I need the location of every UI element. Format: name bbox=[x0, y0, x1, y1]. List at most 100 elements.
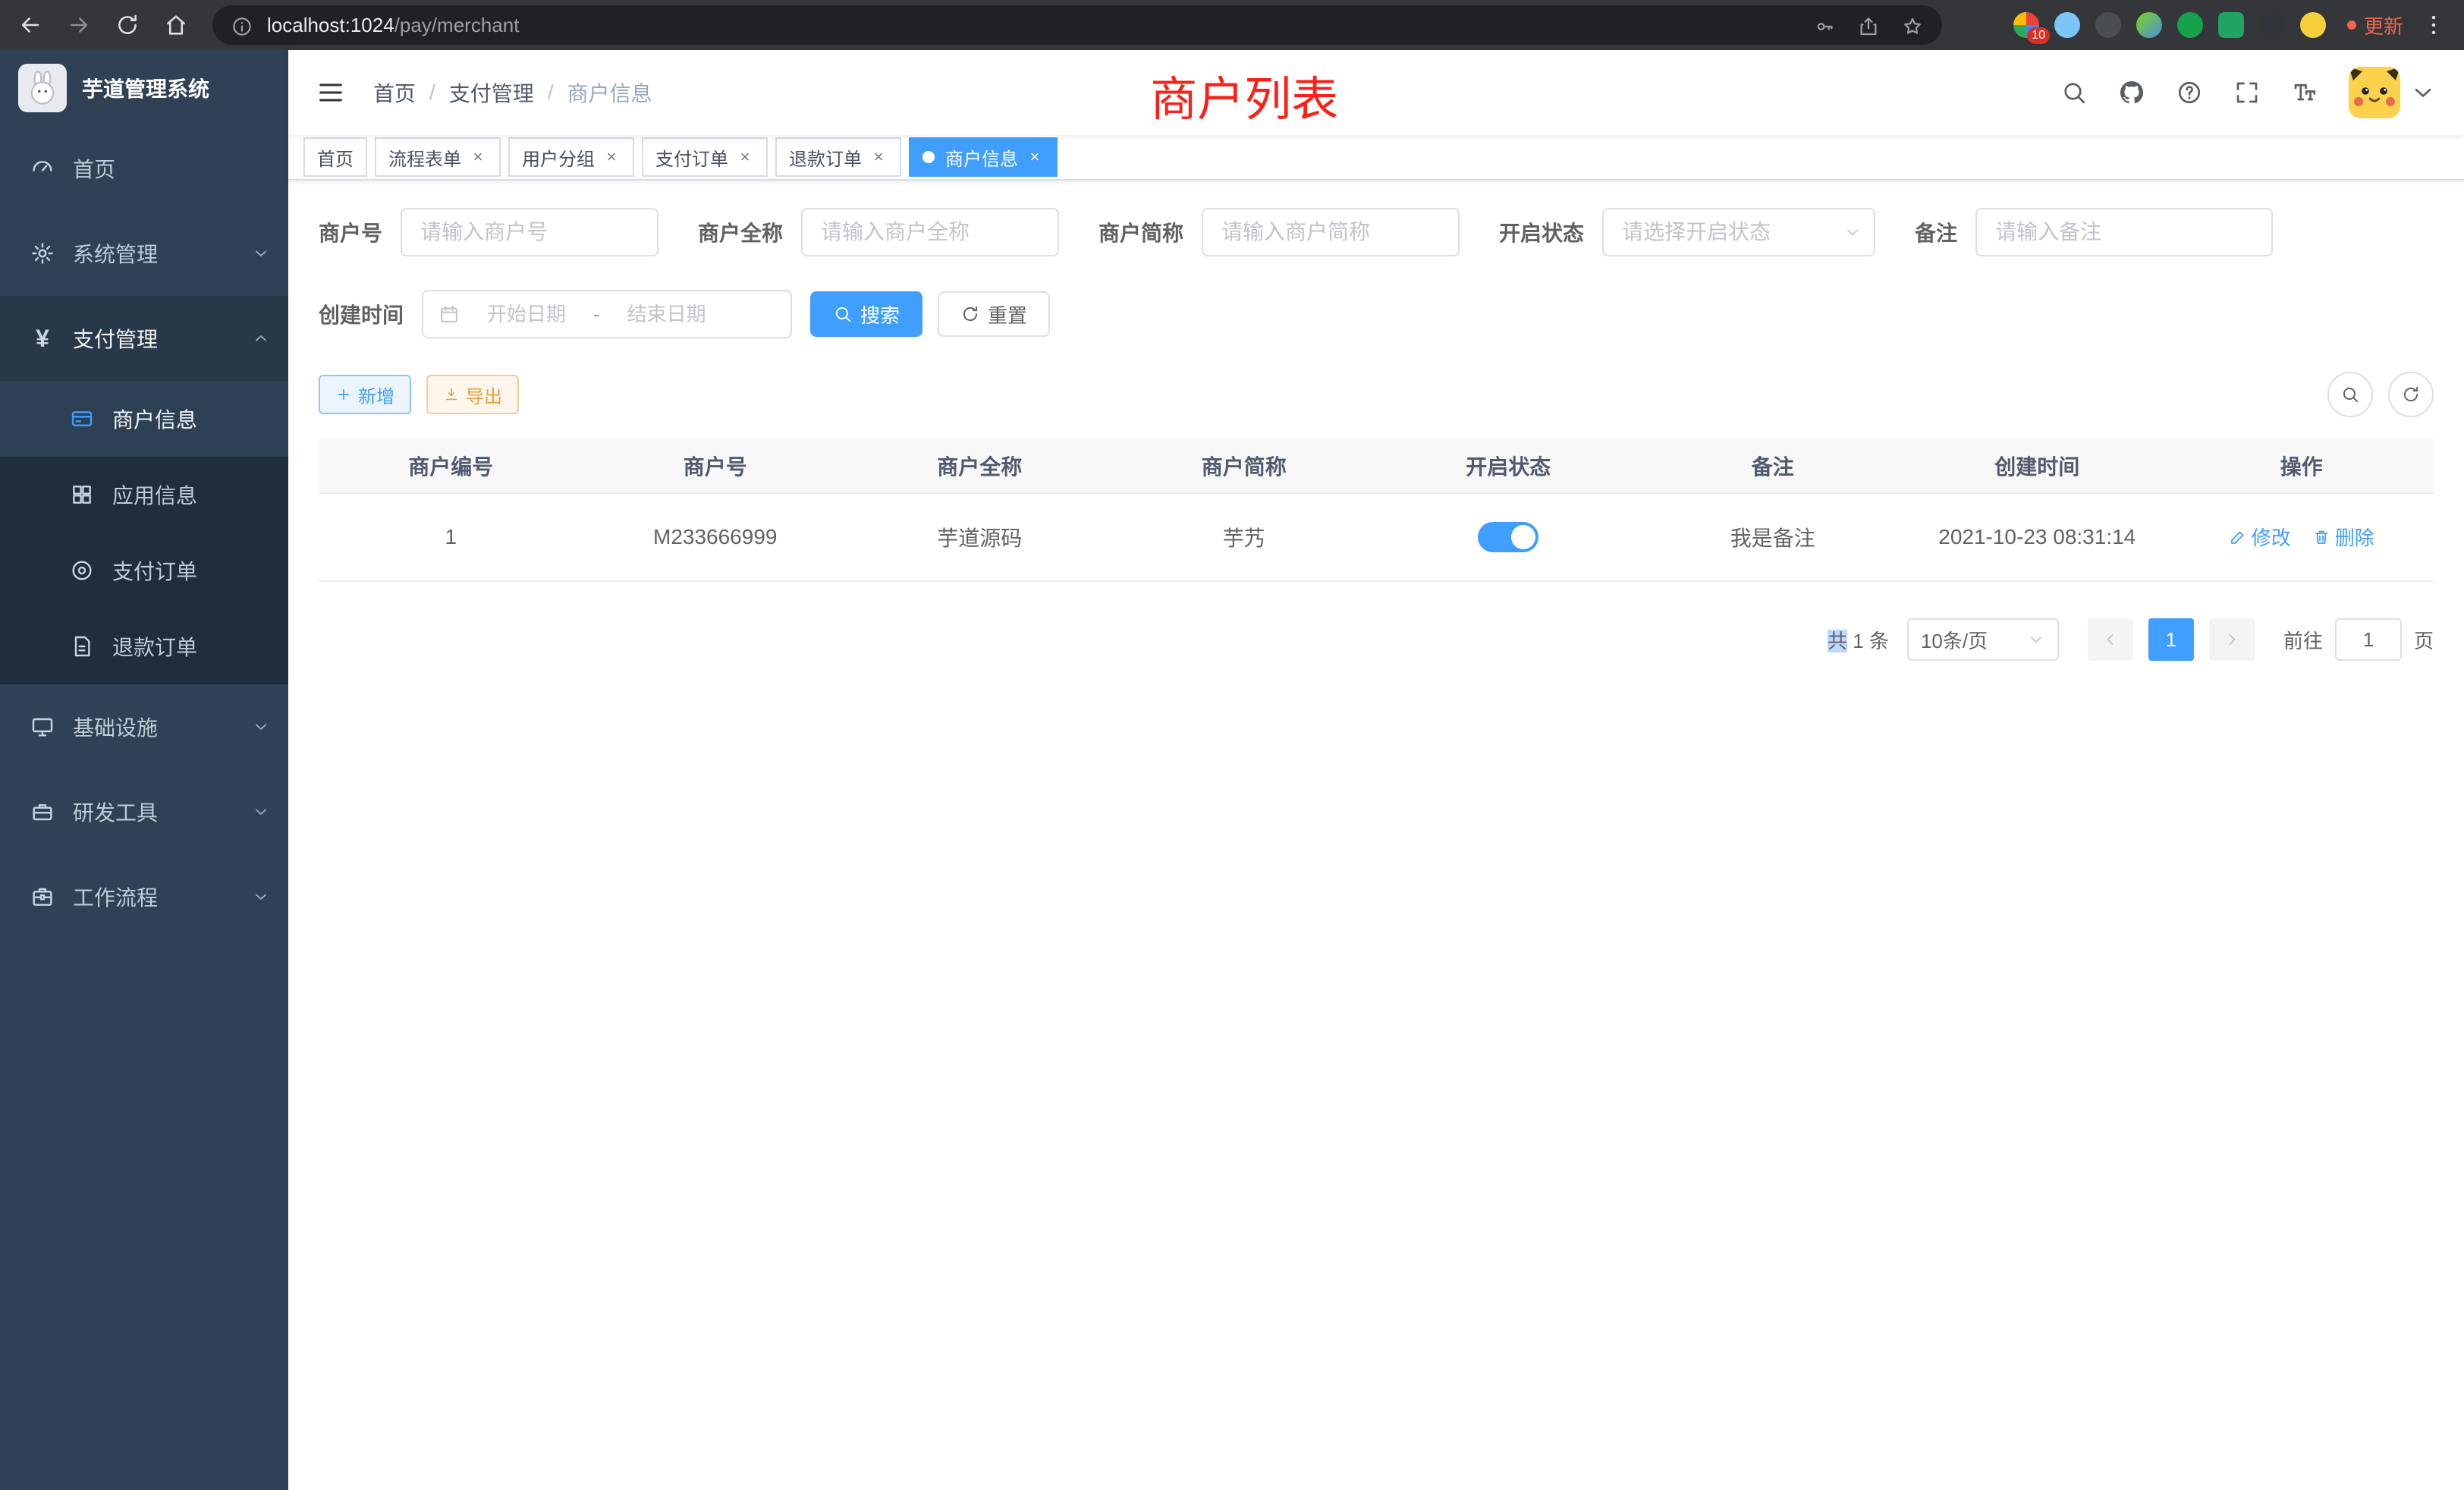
extension-icon-green-square[interactable] bbox=[2218, 12, 2244, 38]
end-date-input[interactable] bbox=[609, 303, 724, 326]
filter-row-1: 商户号 商户全称 商户简称 开启状态 bbox=[319, 208, 2434, 256]
search-icon bbox=[2340, 385, 2360, 404]
short-name-input[interactable] bbox=[1202, 208, 1460, 256]
browser-profile-avatar[interactable] bbox=[2300, 12, 2326, 38]
tab-label: 支付订单 bbox=[655, 144, 728, 171]
extension-icon-pinwheel[interactable] bbox=[2259, 12, 2285, 38]
sidebar-item-pay-order[interactable]: 支付订单 bbox=[0, 533, 288, 608]
app-logo[interactable]: 芋道管理系统 bbox=[0, 50, 288, 126]
sidebar-item-infrastructure[interactable]: 基础设施 bbox=[0, 684, 288, 769]
add-button-label: 新增 bbox=[358, 382, 394, 408]
extension-icon-green-circle[interactable] bbox=[2177, 12, 2203, 38]
toggle-search-button[interactable] bbox=[2327, 372, 2373, 417]
sidebar-item-dev-tools[interactable]: 研发工具 bbox=[0, 769, 288, 854]
sidebar-item-workflow[interactable]: 工作流程 bbox=[0, 854, 288, 939]
start-date-input[interactable] bbox=[469, 303, 584, 326]
monitor-icon bbox=[27, 715, 58, 739]
calendar-icon bbox=[438, 303, 460, 325]
chevron-up-icon bbox=[252, 329, 270, 347]
extension-icon-multicolor[interactable] bbox=[2136, 12, 2162, 38]
close-icon[interactable]: × bbox=[469, 147, 487, 167]
edit-button[interactable]: 修改 bbox=[2229, 523, 2291, 551]
add-button[interactable]: 新增 bbox=[319, 375, 411, 414]
browser-update-button[interactable]: 更新 bbox=[2347, 11, 2403, 39]
forward-icon[interactable] bbox=[64, 10, 94, 40]
column-header: 商户编号 bbox=[319, 439, 583, 493]
home-icon[interactable] bbox=[161, 10, 191, 40]
browser-extensions-area: 10 更新 bbox=[1960, 10, 2449, 40]
column-header: 商户号 bbox=[583, 439, 848, 493]
sidebar-item-home[interactable]: 首页 bbox=[0, 126, 288, 211]
next-page-button[interactable] bbox=[2209, 618, 2255, 661]
page-size-value[interactable] bbox=[1907, 618, 2059, 661]
bookmark-star-icon[interactable] bbox=[1901, 11, 1924, 39]
password-key-icon[interactable] bbox=[1813, 11, 1836, 39]
sidebar-item-label: 支付管理 bbox=[73, 323, 158, 354]
export-button[interactable]: 导出 bbox=[426, 375, 519, 414]
merchant-no-input[interactable] bbox=[401, 208, 658, 256]
share-icon[interactable] bbox=[1857, 11, 1880, 39]
chevron-left-icon bbox=[2101, 630, 2120, 649]
breadcrumb-home[interactable]: 首页 bbox=[373, 77, 416, 108]
page-size-select[interactable] bbox=[1907, 618, 2059, 661]
tab-process-form[interactable]: 流程表单 × bbox=[375, 137, 501, 177]
tab-refund-order[interactable]: 退款订单× bbox=[775, 137, 901, 177]
chevron-down-icon bbox=[252, 244, 270, 262]
github-icon[interactable] bbox=[2118, 79, 2145, 106]
sidebar-item-refund-order[interactable]: 退款订单 bbox=[0, 608, 288, 684]
extension-icon-drop[interactable] bbox=[2054, 12, 2080, 38]
close-icon[interactable]: × bbox=[1026, 147, 1044, 167]
cell-merchant-no: M233666999 bbox=[583, 493, 848, 581]
reset-button[interactable]: 重置 bbox=[938, 291, 1050, 337]
breadcrumb: 首页 / 支付管理 / 商户信息 bbox=[373, 77, 652, 108]
delete-button[interactable]: 删除 bbox=[2312, 523, 2374, 551]
tab-home[interactable]: 首页 bbox=[303, 137, 367, 177]
prev-page-button[interactable] bbox=[2088, 618, 2133, 661]
help-icon[interactable] bbox=[2176, 79, 2203, 106]
extension-icon-dark[interactable] bbox=[2095, 12, 2121, 38]
status-toggle[interactable] bbox=[1478, 522, 1538, 552]
url-text: localhost:1024/pay/merchant bbox=[267, 14, 1799, 37]
full-name-input[interactable] bbox=[801, 208, 1059, 256]
hamburger-icon[interactable] bbox=[316, 77, 346, 108]
user-menu[interactable] bbox=[2349, 67, 2437, 118]
site-info-icon[interactable] bbox=[231, 11, 253, 39]
page-number-1[interactable]: 1 bbox=[2148, 618, 2194, 661]
search-button-label: 搜索 bbox=[860, 300, 900, 328]
tab-pay-order[interactable]: 支付订单 × bbox=[642, 137, 768, 177]
sidebar-item-app-info[interactable]: 应用信息 bbox=[0, 457, 288, 533]
tab-label: 流程表单 bbox=[388, 144, 461, 171]
chevron-down-icon bbox=[252, 803, 270, 821]
url-bar[interactable]: localhost:1024/pay/merchant bbox=[212, 5, 1942, 45]
date-range-picker[interactable]: - bbox=[422, 290, 792, 338]
browser-menu-icon[interactable] bbox=[2418, 10, 2449, 40]
tab-user-group[interactable]: 用户分组× bbox=[508, 137, 634, 177]
cell-remark: 我是备注 bbox=[1641, 493, 1906, 581]
fullscreen-icon[interactable] bbox=[2233, 79, 2261, 106]
tab-merchant-info[interactable]: 商户信息× bbox=[909, 137, 1058, 177]
back-icon[interactable] bbox=[15, 10, 46, 40]
sidebar-item-merchant-info[interactable]: 商户信息 bbox=[0, 381, 288, 457]
refresh-icon bbox=[2401, 385, 2421, 404]
close-icon[interactable]: × bbox=[602, 147, 621, 167]
close-icon[interactable]: × bbox=[736, 147, 754, 167]
goto-page-input[interactable] bbox=[2335, 618, 2402, 661]
close-icon[interactable]: × bbox=[869, 147, 888, 167]
cell-create-time: 2021-10-23 08:31:14 bbox=[1905, 493, 2170, 581]
sidebar-item-label: 退款订单 bbox=[112, 631, 197, 662]
remark-input[interactable] bbox=[1975, 208, 2273, 256]
refresh-table-button[interactable] bbox=[2388, 372, 2434, 417]
status-select[interactable] bbox=[1602, 208, 1875, 256]
search-icon[interactable] bbox=[2060, 79, 2088, 106]
table-row: 1 M233666999 芋道源码 芋艿 我是备注 2021-10-23 08:… bbox=[319, 493, 2434, 581]
sidebar-item-system[interactable]: 系统管理 bbox=[0, 211, 288, 296]
extensions-icon[interactable]: 10 bbox=[2013, 12, 2039, 38]
briefcase-icon bbox=[27, 885, 58, 909]
font-size-icon[interactable] bbox=[2291, 79, 2318, 106]
search-icon bbox=[833, 304, 853, 324]
sidebar-item-payment[interactable]: ¥ 支付管理 bbox=[0, 296, 288, 381]
column-header: 开启状态 bbox=[1376, 439, 1641, 493]
search-button[interactable]: 搜索 bbox=[810, 291, 922, 337]
breadcrumb-section[interactable]: 支付管理 bbox=[449, 77, 534, 108]
reload-icon[interactable] bbox=[112, 10, 143, 40]
